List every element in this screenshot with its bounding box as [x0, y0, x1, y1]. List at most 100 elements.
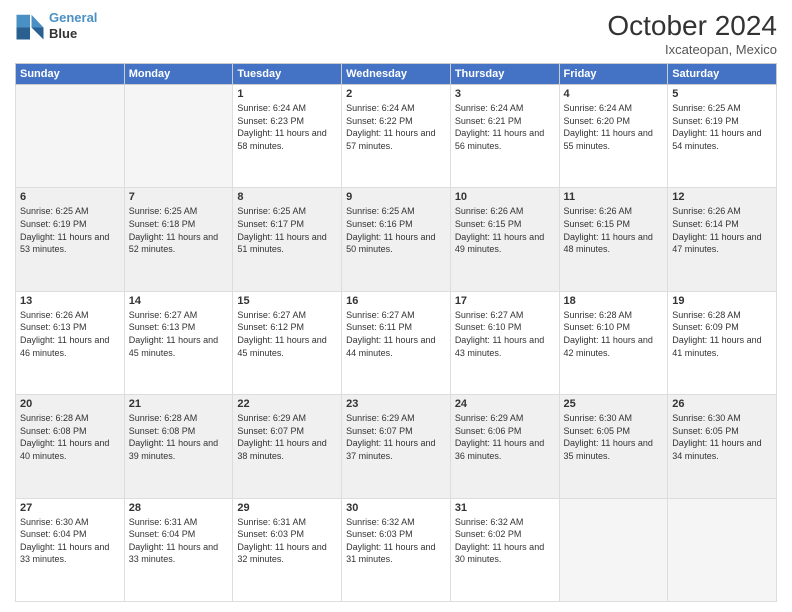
day-detail: Sunrise: 6:24 AMSunset: 6:20 PMDaylight:… [564, 102, 664, 152]
day-detail: Sunrise: 6:24 AMSunset: 6:23 PMDaylight:… [237, 102, 337, 152]
day-number: 24 [455, 398, 555, 410]
calendar-cell: 8Sunrise: 6:25 AMSunset: 6:17 PMDaylight… [233, 188, 342, 291]
week-row-1: 1 Sunrise: 6:24 AMSunset: 6:23 PMDaylight… [16, 85, 777, 188]
calendar-cell: 22 Sunrise: 6:29 AMSunset: 6:07 PMDayligh… [233, 395, 342, 498]
calendar-cell: 5 Sunrise: 6:25 AMSunset: 6:19 PMDaylight… [668, 85, 777, 188]
day-number: 26 [672, 398, 772, 410]
calendar-cell: 6 Sunrise: 6:25 AMSunset: 6:19 PMDaylight… [16, 188, 125, 291]
week-row-4: 20 Sunrise: 6:28 AMSunset: 6:08 PMDayligh… [16, 395, 777, 498]
calendar-table: SundayMondayTuesdayWednesdayThursdayFrid… [15, 63, 777, 602]
day-detail: Sunrise: 6:32 AMSunset: 6:03 PMDaylight:… [346, 516, 446, 566]
day-number: 29 [237, 502, 337, 514]
day-detail: Sunrise: 6:24 AMSunset: 6:21 PMDaylight:… [455, 102, 555, 152]
calendar-cell [668, 498, 777, 601]
day-detail: Sunrise: 6:25 AMSunset: 6:18 PMDaylight:… [129, 205, 229, 255]
day-number: 9 [346, 191, 446, 203]
day-number: 14 [129, 295, 229, 307]
calendar-cell: 4 Sunrise: 6:24 AMSunset: 6:20 PMDaylight… [559, 85, 668, 188]
calendar-cell: 3Sunrise: 6:24 AMSunset: 6:21 PMDaylight… [450, 85, 559, 188]
calendar-cell: 23 Sunrise: 6:29 AMSunset: 6:07 PMDayligh… [342, 395, 451, 498]
calendar-cell: 7 Sunrise: 6:25 AMSunset: 6:18 PMDaylight… [124, 188, 233, 291]
day-number: 22 [237, 398, 337, 410]
week-row-2: 6 Sunrise: 6:25 AMSunset: 6:19 PMDaylight… [16, 188, 777, 291]
month-title: October 2024 [607, 10, 777, 42]
day-number: 23 [346, 398, 446, 410]
day-number: 12 [672, 191, 772, 203]
calendar-cell: 17 Sunrise: 6:27 AMSunset: 6:10 PMDayligh… [450, 291, 559, 394]
day-detail: Sunrise: 6:26 AMSunset: 6:15 PMDaylight:… [455, 205, 555, 255]
weekday-header-saturday: Saturday [668, 64, 777, 85]
day-detail: Sunrise: 6:28 AMSunset: 6:09 PMDaylight:… [672, 309, 772, 359]
logo-text: General Blue [49, 10, 97, 41]
day-detail: Sunrise: 6:27 AMSunset: 6:11 PMDaylight:… [346, 309, 446, 359]
weekday-header-tuesday: Tuesday [233, 64, 342, 85]
day-detail: Sunrise: 6:29 AMSunset: 6:06 PMDaylight:… [455, 412, 555, 462]
logo-icon [15, 11, 45, 41]
weekday-header-row: SundayMondayTuesdayWednesdayThursdayFrid… [16, 64, 777, 85]
calendar-cell: 13Sunrise: 6:26 AMSunset: 6:13 PMDayligh… [16, 291, 125, 394]
day-number: 16 [346, 295, 446, 307]
day-number: 17 [455, 295, 555, 307]
day-number: 31 [455, 502, 555, 514]
day-number: 28 [129, 502, 229, 514]
title-block: October 2024 Ixcateopan, Mexico [607, 10, 777, 57]
day-detail: Sunrise: 6:24 AMSunset: 6:22 PMDaylight:… [346, 102, 446, 152]
day-number: 5 [672, 88, 772, 100]
day-number: 7 [129, 191, 229, 203]
day-detail: Sunrise: 6:29 AMSunset: 6:07 PMDaylight:… [346, 412, 446, 462]
day-detail: Sunrise: 6:26 AMSunset: 6:13 PMDaylight:… [20, 309, 120, 359]
calendar-cell: 31 Sunrise: 6:32 AMSunset: 6:02 PMDayligh… [450, 498, 559, 601]
day-number: 1 [237, 88, 337, 100]
day-detail: Sunrise: 6:26 AMSunset: 6:15 PMDaylight:… [564, 205, 664, 255]
calendar-cell: 1 Sunrise: 6:24 AMSunset: 6:23 PMDaylight… [233, 85, 342, 188]
weekday-header-sunday: Sunday [16, 64, 125, 85]
calendar-cell: 20Sunrise: 6:28 AMSunset: 6:08 PMDayligh… [16, 395, 125, 498]
calendar-cell: 10Sunrise: 6:26 AMSunset: 6:15 PMDayligh… [450, 188, 559, 291]
calendar-cell: 9 Sunrise: 6:25 AMSunset: 6:16 PMDaylight… [342, 188, 451, 291]
calendar-cell: 16 Sunrise: 6:27 AMSunset: 6:11 PMDayligh… [342, 291, 451, 394]
day-detail: Sunrise: 6:28 AMSunset: 6:08 PMDaylight:… [129, 412, 229, 462]
day-number: 11 [564, 191, 664, 203]
day-detail: Sunrise: 6:28 AMSunset: 6:10 PMDaylight:… [564, 309, 664, 359]
day-detail: Sunrise: 6:25 AMSunset: 6:16 PMDaylight:… [346, 205, 446, 255]
location-subtitle: Ixcateopan, Mexico [607, 42, 777, 57]
day-detail: Sunrise: 6:30 AMSunset: 6:05 PMDaylight:… [564, 412, 664, 462]
calendar-cell: 30 Sunrise: 6:32 AMSunset: 6:03 PMDayligh… [342, 498, 451, 601]
calendar-cell: 24 Sunrise: 6:29 AMSunset: 6:06 PMDayligh… [450, 395, 559, 498]
day-number: 25 [564, 398, 664, 410]
calendar-cell: 11 Sunrise: 6:26 AMSunset: 6:15 PMDayligh… [559, 188, 668, 291]
day-detail: Sunrise: 6:25 AMSunset: 6:19 PMDaylight:… [672, 102, 772, 152]
weekday-header-thursday: Thursday [450, 64, 559, 85]
calendar-cell: 19 Sunrise: 6:28 AMSunset: 6:09 PMDayligh… [668, 291, 777, 394]
calendar-cell [124, 85, 233, 188]
day-number: 19 [672, 295, 772, 307]
day-detail: Sunrise: 6:27 AMSunset: 6:13 PMDaylight:… [129, 309, 229, 359]
weekday-header-wednesday: Wednesday [342, 64, 451, 85]
calendar-cell: 26Sunrise: 6:30 AMSunset: 6:05 PMDayligh… [668, 395, 777, 498]
day-detail: Sunrise: 6:29 AMSunset: 6:07 PMDaylight:… [237, 412, 337, 462]
calendar-cell: 25 Sunrise: 6:30 AMSunset: 6:05 PMDayligh… [559, 395, 668, 498]
day-detail: Sunrise: 6:30 AMSunset: 6:04 PMDaylight:… [20, 516, 120, 566]
day-detail: Sunrise: 6:31 AMSunset: 6:03 PMDaylight:… [237, 516, 337, 566]
calendar-cell: 12 Sunrise: 6:26 AMSunset: 6:14 PMDayligh… [668, 188, 777, 291]
calendar-cell: 21 Sunrise: 6:28 AMSunset: 6:08 PMDayligh… [124, 395, 233, 498]
day-number: 20 [20, 398, 120, 410]
day-number: 30 [346, 502, 446, 514]
day-detail: Sunrise: 6:27 AMSunset: 6:10 PMDaylight:… [455, 309, 555, 359]
calendar-cell: 29 Sunrise: 6:31 AMSunset: 6:03 PMDayligh… [233, 498, 342, 601]
week-row-5: 27Sunrise: 6:30 AMSunset: 6:04 PMDayligh… [16, 498, 777, 601]
calendar-cell: 27Sunrise: 6:30 AMSunset: 6:04 PMDayligh… [16, 498, 125, 601]
day-detail: Sunrise: 6:25 AMSunset: 6:19 PMDaylight:… [20, 205, 120, 255]
day-detail: Sunrise: 6:26 AMSunset: 6:14 PMDaylight:… [672, 205, 772, 255]
calendar-cell: 18Sunrise: 6:28 AMSunset: 6:10 PMDayligh… [559, 291, 668, 394]
day-detail: Sunrise: 6:32 AMSunset: 6:02 PMDaylight:… [455, 516, 555, 566]
day-number: 4 [564, 88, 664, 100]
logo: General Blue [15, 10, 97, 41]
page: General Blue October 2024 Ixcateopan, Me… [0, 0, 792, 612]
calendar-cell [559, 498, 668, 601]
week-row-3: 13Sunrise: 6:26 AMSunset: 6:13 PMDayligh… [16, 291, 777, 394]
day-number: 6 [20, 191, 120, 203]
calendar-cell: 14 Sunrise: 6:27 AMSunset: 6:13 PMDayligh… [124, 291, 233, 394]
calendar-cell: 28Sunrise: 6:31 AMSunset: 6:04 PMDayligh… [124, 498, 233, 601]
day-number: 21 [129, 398, 229, 410]
